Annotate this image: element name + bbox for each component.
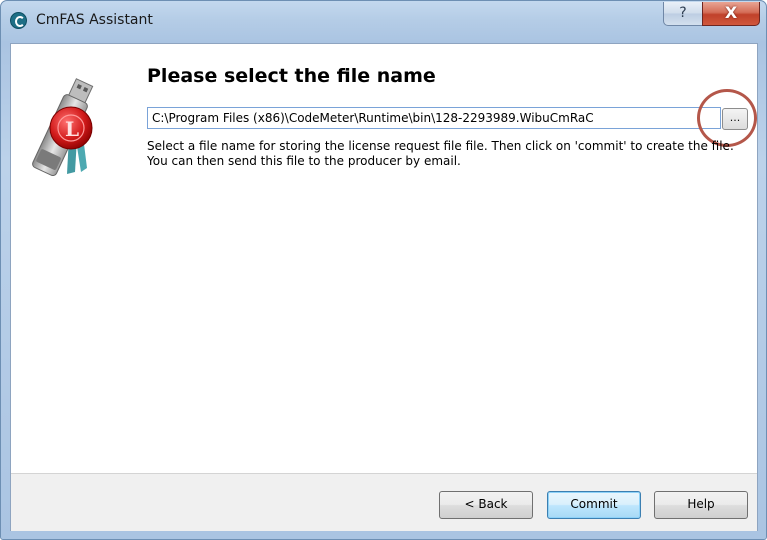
close-icon: X	[724, 3, 738, 22]
help-title-button[interactable]: ?	[663, 2, 703, 26]
assistant-window: CmFAS Assistant ? X L Please select the …	[0, 0, 767, 540]
close-button[interactable]: X	[702, 2, 760, 26]
help-button[interactable]: Help	[654, 491, 748, 519]
wizard-content: L Please select the file name ... Select…	[10, 43, 758, 531]
usb-license-seal-icon: L	[32, 78, 94, 177]
question-icon: ?	[679, 5, 687, 21]
button-bar: < Back Commit Help	[11, 473, 757, 531]
svg-text:L: L	[65, 117, 79, 141]
instruction-line: Select a file name for storing the licen…	[147, 139, 734, 153]
page-title: Please select the file name	[147, 65, 436, 87]
instruction-text: Select a file name for storing the licen…	[147, 139, 747, 169]
app-icon	[10, 12, 27, 29]
file-path-input[interactable]	[147, 107, 721, 129]
back-button[interactable]: < Back	[439, 491, 533, 519]
title-bar[interactable]: CmFAS Assistant ? X	[1, 1, 766, 43]
instruction-line: You can then send this file to the produ…	[147, 154, 461, 168]
commit-button[interactable]: Commit	[547, 491, 641, 519]
window-title: CmFAS Assistant	[36, 12, 153, 28]
